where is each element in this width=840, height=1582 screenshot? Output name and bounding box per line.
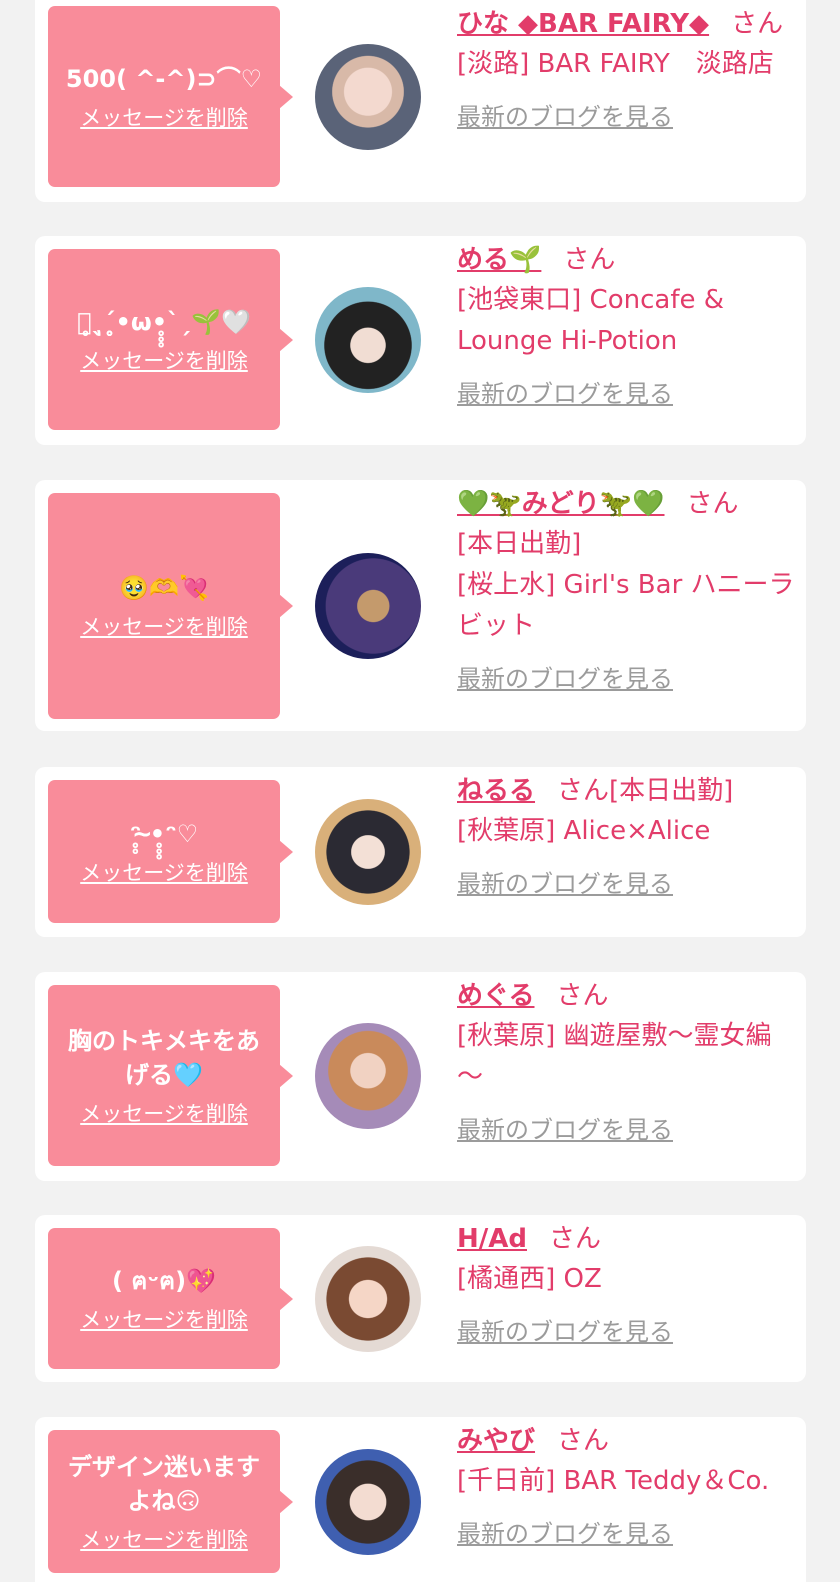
cast-avatar[interactable] <box>315 287 421 393</box>
name-line: める🌱 さん <box>457 240 796 280</box>
shop-name: [淡路] BAR FAIRY 淡路店 <box>457 49 774 79</box>
cast-avatar[interactable] <box>315 1246 421 1352</box>
cast-name-link[interactable]: 💚🦖みどり🦖💚 <box>457 489 665 519</box>
cast-info: めぐる さん [秋葉原] 幽遊屋敷～霊女編～ 最新のブログを見る <box>457 976 796 1145</box>
message-bubble: デザイン迷いますよね🙃 メッセージを削除 <box>48 1430 293 1573</box>
honorific: さん <box>557 776 610 806</box>
delete-message-link[interactable]: メッセージを削除 <box>80 1098 248 1128</box>
name-line: めぐる さん <box>457 976 796 1016</box>
honorific: さん <box>557 1426 610 1456</box>
latest-blog-link[interactable]: 最新のブログを見る <box>457 374 673 409</box>
shop-name: [千日前] BAR Teddy＆Co. <box>457 1466 770 1496</box>
cast-card: デザイン迷いますよね🙃 メッセージを削除 みやび さん [千日前] BAR Ted… <box>35 1417 806 1582</box>
message-text: 胸のトキメキをあげる🩵 <box>68 1026 260 1089</box>
message-bubble: 胸のトキメキをあげる🩵 メッセージを削除 <box>48 985 293 1166</box>
cast-avatar[interactable] <box>315 1023 421 1129</box>
latest-blog-link[interactable]: 最新のブログを見る <box>457 1110 673 1145</box>
cast-card: 500( ^-^)⊃⌒♡ メッセージを削除 ひな ◆BAR FAIRY◆ さん [… <box>35 0 806 202</box>
cast-avatar[interactable] <box>315 44 421 150</box>
name-line: H/Ad さん <box>457 1219 796 1259</box>
cast-card: ( ฅᵕฅ)💖 メッセージを削除 H/Ad さん [橘通西] OZ 最新のブログを… <box>35 1215 806 1382</box>
message-bubble: ｡̥ٖˎ´•̥̥̥ω•̥̥̥`ˏ🌱🤍 メッセージを削除 <box>48 249 293 430</box>
name-line: みやび さん <box>457 1421 796 1461</box>
delete-message-link[interactable]: メッセージを削除 <box>80 611 248 641</box>
shop-name: [池袋東口] Concafe & Lounge Hi-Potion <box>457 285 725 356</box>
message-bubble: ᵔ̥̥ ̴̴•̥̥̥ᵔ♡ メッセージを削除 <box>48 780 293 923</box>
cast-avatar[interactable] <box>315 553 421 659</box>
delete-message-link[interactable]: メッセージを削除 <box>80 1304 248 1334</box>
cast-info: ねるる さん[本日出勤] [秋葉原] Alice×Alice 最新のブログを見る <box>457 771 796 899</box>
message-text: 500( ^-^)⊃⌒♡ <box>65 64 263 93</box>
latest-blog-link[interactable]: 最新のブログを見る <box>457 1312 673 1347</box>
message-text: 🥹🫶💘 <box>119 574 209 602</box>
cast-name-link[interactable]: H/Ad <box>457 1224 527 1254</box>
shop-name: [橘通西] OZ <box>457 1264 602 1294</box>
honorific: さん <box>556 981 609 1011</box>
honorific: さん <box>686 489 739 519</box>
cast-info: める🌱 さん [池袋東口] Concafe & Lounge Hi-Potion … <box>457 240 796 409</box>
cast-card: 胸のトキメキをあげる🩵 メッセージを削除 めぐる さん [秋葉原] 幽遊屋敷～霊女… <box>35 972 806 1181</box>
shop-name: [秋葉原] 幽遊屋敷～霊女編～ <box>457 1021 772 1092</box>
cast-name-link[interactable]: みやび <box>457 1426 535 1456</box>
message-text: ( ฅᵕฅ)💖 <box>112 1266 216 1295</box>
delete-message-link[interactable]: メッセージを削除 <box>80 1524 248 1554</box>
latest-blog-link[interactable]: 最新のブログを見る <box>457 97 673 132</box>
message-text: デザイン迷いますよね🙃 <box>68 1452 260 1515</box>
cast-avatar[interactable] <box>315 1449 421 1555</box>
cast-name-link[interactable]: ひな ◆BAR FAIRY◆ <box>457 9 709 39</box>
cast-card: 🥹🫶💘 メッセージを削除 💚🦖みどり🦖💚 さん [本日出勤] [桜上水] Girl… <box>35 480 806 731</box>
cast-info: H/Ad さん [橘通西] OZ 最新のブログを見る <box>457 1219 796 1347</box>
honorific: さん <box>731 9 784 39</box>
cast-card: ᵔ̥̥ ̴̴•̥̥̥ᵔ♡ メッセージを削除 ねるる さん[本日出勤] [秋葉原] … <box>35 767 806 937</box>
honorific: さん <box>549 1224 602 1254</box>
latest-blog-link[interactable]: 最新のブログを見る <box>457 659 673 694</box>
latest-blog-link[interactable]: 最新のブログを見る <box>457 1514 673 1549</box>
name-line: ひな ◆BAR FAIRY◆ さん <box>457 4 796 44</box>
cast-info: ひな ◆BAR FAIRY◆ さん [淡路] BAR FAIRY 淡路店 最新のブ… <box>457 4 796 132</box>
favorite-cast-list: 500( ^-^)⊃⌒♡ メッセージを削除 ひな ◆BAR FAIRY◆ さん [… <box>0 0 840 1582</box>
message-bubble: 500( ^-^)⊃⌒♡ メッセージを削除 <box>48 6 293 187</box>
shop-name: [秋葉原] Alice×Alice <box>457 816 711 846</box>
shop-name: [桜上水] Girl's Bar ハニーラビット <box>457 570 795 641</box>
message-bubble: ( ฅᵕฅ)💖 メッセージを削除 <box>48 1228 293 1369</box>
message-text: ｡̥ٖˎ´•̥̥̥ω•̥̥̥`ˏ🌱🤍 <box>77 307 251 336</box>
name-line: ねるる さん[本日出勤] <box>457 771 796 811</box>
cast-avatar[interactable] <box>315 799 421 905</box>
cast-name-link[interactable]: める🌱 <box>457 245 541 275</box>
today-status-tag: [本日出勤] <box>609 776 734 806</box>
honorific: さん <box>563 245 616 275</box>
cast-card: ｡̥ٖˎ´•̥̥̥ω•̥̥̥`ˏ🌱🤍 メッセージを削除 める🌱 さん [池袋東口]… <box>35 236 806 445</box>
today-status-tag: [本日出勤] <box>457 529 582 559</box>
latest-blog-link[interactable]: 最新のブログを見る <box>457 864 673 899</box>
delete-message-link[interactable]: メッセージを削除 <box>80 345 248 375</box>
name-line: 💚🦖みどり🦖💚 さん <box>457 484 796 524</box>
cast-name-link[interactable]: めぐる <box>457 981 534 1011</box>
delete-message-link[interactable]: メッセージを削除 <box>80 857 248 887</box>
cast-info: 💚🦖みどり🦖💚 さん [本日出勤] [桜上水] Girl's Bar ハニーラビッ… <box>457 484 796 694</box>
message-text: ᵔ̥̥ ̴̴•̥̥̥ᵔ♡ <box>129 819 199 848</box>
cast-info: みやび さん [千日前] BAR Teddy＆Co. 最新のブログを見る <box>457 1421 796 1549</box>
delete-message-link[interactable]: メッセージを削除 <box>80 102 248 132</box>
message-bubble: 🥹🫶💘 メッセージを削除 <box>48 493 293 719</box>
cast-name-link[interactable]: ねるる <box>457 776 535 806</box>
